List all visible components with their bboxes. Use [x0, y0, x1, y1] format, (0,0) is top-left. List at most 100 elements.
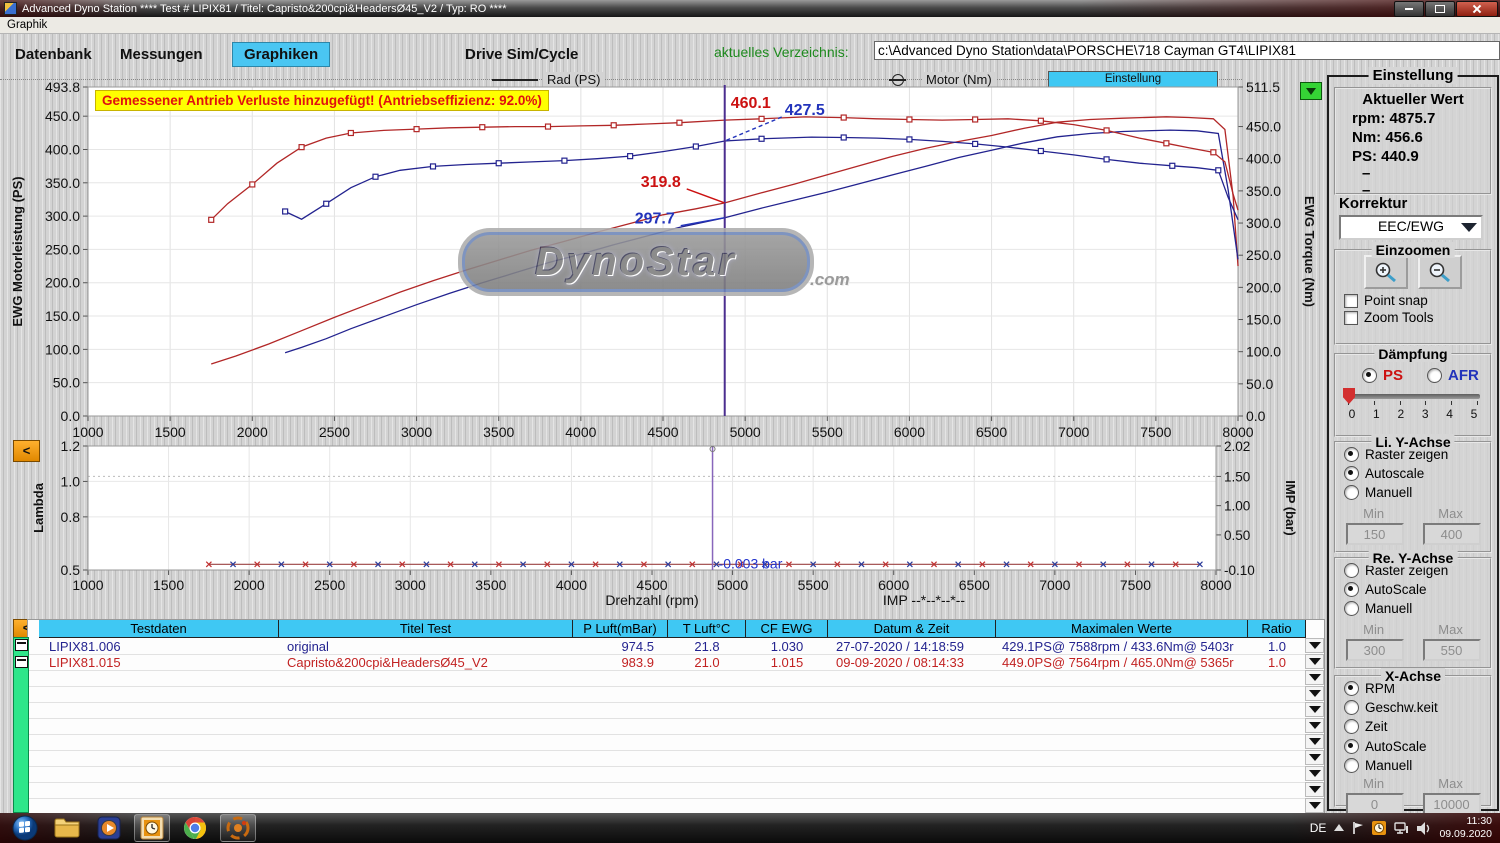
taskbar-explorer-icon[interactable]	[50, 815, 84, 841]
daempfung-afr-radio[interactable]	[1427, 368, 1443, 383]
table-cell-r1-c0[interactable]: LIPIX81.015	[39, 654, 289, 671]
table-cell-r0-c0[interactable]: LIPIX81.006	[39, 638, 289, 655]
table-header-0[interactable]: Testdaten	[39, 620, 279, 638]
re-max-input[interactable]	[1422, 639, 1481, 661]
x-mode-opt-1-radio[interactable]	[1344, 700, 1359, 715]
taskbar-start-icon[interactable]	[8, 815, 42, 841]
row-dropdown-arrow[interactable]	[1305, 782, 1324, 797]
torque-run2-red-marker	[1210, 149, 1217, 156]
row-dropdown-arrow[interactable]	[1305, 734, 1324, 749]
table-cell-r1-c7[interactable]: 1.0	[1248, 654, 1306, 671]
tray-date: 09.09.2020	[1439, 828, 1492, 840]
row-dropdown-arrow[interactable]	[1305, 638, 1324, 653]
tick-label: 2.02	[1224, 439, 1250, 454]
slider-tick	[1451, 401, 1453, 405]
point-snap-checkbox[interactable]	[1344, 293, 1358, 308]
x-scale-opt-0-radio[interactable]	[1344, 739, 1359, 754]
maximize-icon	[1435, 5, 1445, 13]
tab-drive-sim[interactable]: Drive Sim/Cycle	[465, 46, 578, 63]
row-dropdown-arrow[interactable]	[1305, 670, 1324, 685]
actioncenter-flag-icon[interactable]	[1352, 822, 1364, 834]
table-cell-r0-c3[interactable]: 21.8	[668, 638, 746, 655]
table-cell-r1-c5[interactable]: 09-09-2020 / 08:14:33	[828, 654, 1004, 671]
row-dropdown-arrow[interactable]	[1305, 702, 1324, 717]
table-header-7[interactable]: Ratio	[1248, 620, 1306, 638]
table-header-1[interactable]: Titel Test	[279, 620, 573, 638]
damping-slider[interactable]	[1343, 388, 1480, 404]
li-max-input[interactable]	[1422, 523, 1481, 545]
taskbar-media-player-icon[interactable]	[92, 815, 126, 841]
table-header-3[interactable]: T Luft°C	[668, 620, 746, 638]
tick-label: 2500	[314, 577, 345, 593]
einstellung-button[interactable]: Einstellung	[1048, 71, 1218, 89]
menu-graphik[interactable]: Graphik	[0, 19, 54, 31]
korrektur-dropdown[interactable]: EEC/EWG	[1339, 215, 1483, 240]
green-dropdown-button[interactable]	[1300, 82, 1322, 100]
row2-grid-icon[interactable]	[15, 656, 28, 668]
close-button[interactable]	[1456, 1, 1498, 17]
table-cell-r0-c5[interactable]: 27-07-2020 / 14:18:59	[828, 638, 1004, 655]
zoom-tools-checkbox[interactable]	[1344, 310, 1358, 325]
x-min-input[interactable]	[1345, 793, 1404, 815]
li-y-opt-2-radio[interactable]	[1344, 485, 1359, 500]
maximize-button[interactable]	[1425, 1, 1455, 17]
tray-clock[interactable]: 11:30 09.09.2020	[1439, 815, 1492, 841]
row-dropdown-arrow[interactable]	[1305, 766, 1324, 781]
zoom-out-button[interactable]	[1418, 255, 1463, 289]
table-cell-r0-c7[interactable]: 1.0	[1248, 638, 1306, 655]
table-cell-r0-c4[interactable]: 1.030	[746, 638, 828, 655]
tab-datenbank[interactable]: Datenbank	[15, 46, 92, 63]
tab-messungen[interactable]: Messungen	[120, 46, 203, 63]
taskbar-outlook-icon[interactable]	[134, 814, 170, 842]
table-cell-r1-c4[interactable]: 1.015	[746, 654, 828, 671]
x-scale-opt-1-radio[interactable]	[1344, 758, 1359, 773]
zoom-in-button[interactable]	[1363, 255, 1408, 289]
table-cell-r1-c1[interactable]: Capristo&200cpi&HeadersØ45_V2	[279, 654, 581, 671]
outlook-reminder-clock-icon[interactable]	[1372, 821, 1387, 835]
table-header-6[interactable]: Maximalen Werte	[996, 620, 1248, 638]
table-header-2[interactable]: P Luft(mBar)	[573, 620, 668, 638]
li-y-opt-1-radio[interactable]	[1344, 466, 1359, 481]
table-cell-r0-c1[interactable]: original	[279, 638, 581, 655]
torque-run2-red-marker	[758, 115, 765, 122]
slider-tick	[1476, 401, 1478, 405]
re-min-input[interactable]	[1345, 639, 1404, 661]
x-mode-opt-2-radio[interactable]	[1344, 719, 1359, 734]
table-cell-r1-c3[interactable]: 21.0	[668, 654, 746, 671]
row-dropdown-arrow[interactable]	[1305, 686, 1324, 701]
row1-grid-icon[interactable]	[15, 639, 28, 651]
imp-marker	[544, 561, 551, 568]
minimize-button[interactable]	[1394, 1, 1424, 17]
re-y-opt-0-radio[interactable]	[1344, 563, 1359, 578]
x-min-label: Min	[1363, 776, 1385, 791]
table-cell-r0-c6[interactable]: 429.1PS@ 7588rpm / 433.6Nm@ 5403r	[996, 638, 1254, 655]
table-cell-r1-c6[interactable]: 449.0PS@ 7564rpm / 465.0Nm@ 5365r	[996, 654, 1254, 671]
taskbar-dyno-app-icon[interactable]	[220, 814, 256, 842]
keyboard-lang[interactable]: DE	[1310, 821, 1327, 835]
x-mode-opt-0-radio[interactable]	[1344, 681, 1359, 696]
row-dropdown-arrow[interactable]	[1305, 718, 1324, 733]
chart-scroll-left-button[interactable]: <	[13, 440, 40, 462]
speaker-icon[interactable]	[1417, 821, 1431, 835]
tray-expand-icon[interactable]	[1334, 824, 1345, 832]
x-max-input[interactable]	[1422, 793, 1481, 815]
row-dropdown-arrow[interactable]	[1305, 654, 1324, 669]
row-dropdown-arrow[interactable]	[1305, 798, 1324, 813]
table-cell-r1-c2[interactable]: 983.9	[573, 654, 654, 671]
re-y-opt-1-radio[interactable]	[1344, 582, 1359, 597]
row-dropdown-arrow[interactable]	[1305, 750, 1324, 765]
korrektur-label: Korrektur	[1339, 195, 1408, 212]
slider-tick-label: 2	[1397, 407, 1405, 421]
table-header-4[interactable]: CF EWG	[746, 620, 828, 638]
re-y-opt-2-radio[interactable]	[1344, 601, 1359, 616]
table-header-5[interactable]: Datum & Zeit	[828, 620, 996, 638]
tab-graphiken[interactable]: Graphiken	[232, 42, 331, 67]
imp-marker	[955, 561, 962, 568]
li-y-opt-0-radio[interactable]	[1344, 447, 1359, 462]
current-directory-input[interactable]	[874, 41, 1500, 60]
network-icon[interactable]	[1394, 821, 1409, 835]
table-cell-r0-c2[interactable]: 974.5	[573, 638, 654, 655]
daempfung-ps-radio[interactable]	[1362, 368, 1377, 383]
taskbar-chrome-icon[interactable]	[178, 815, 212, 841]
li-min-input[interactable]	[1345, 523, 1404, 545]
